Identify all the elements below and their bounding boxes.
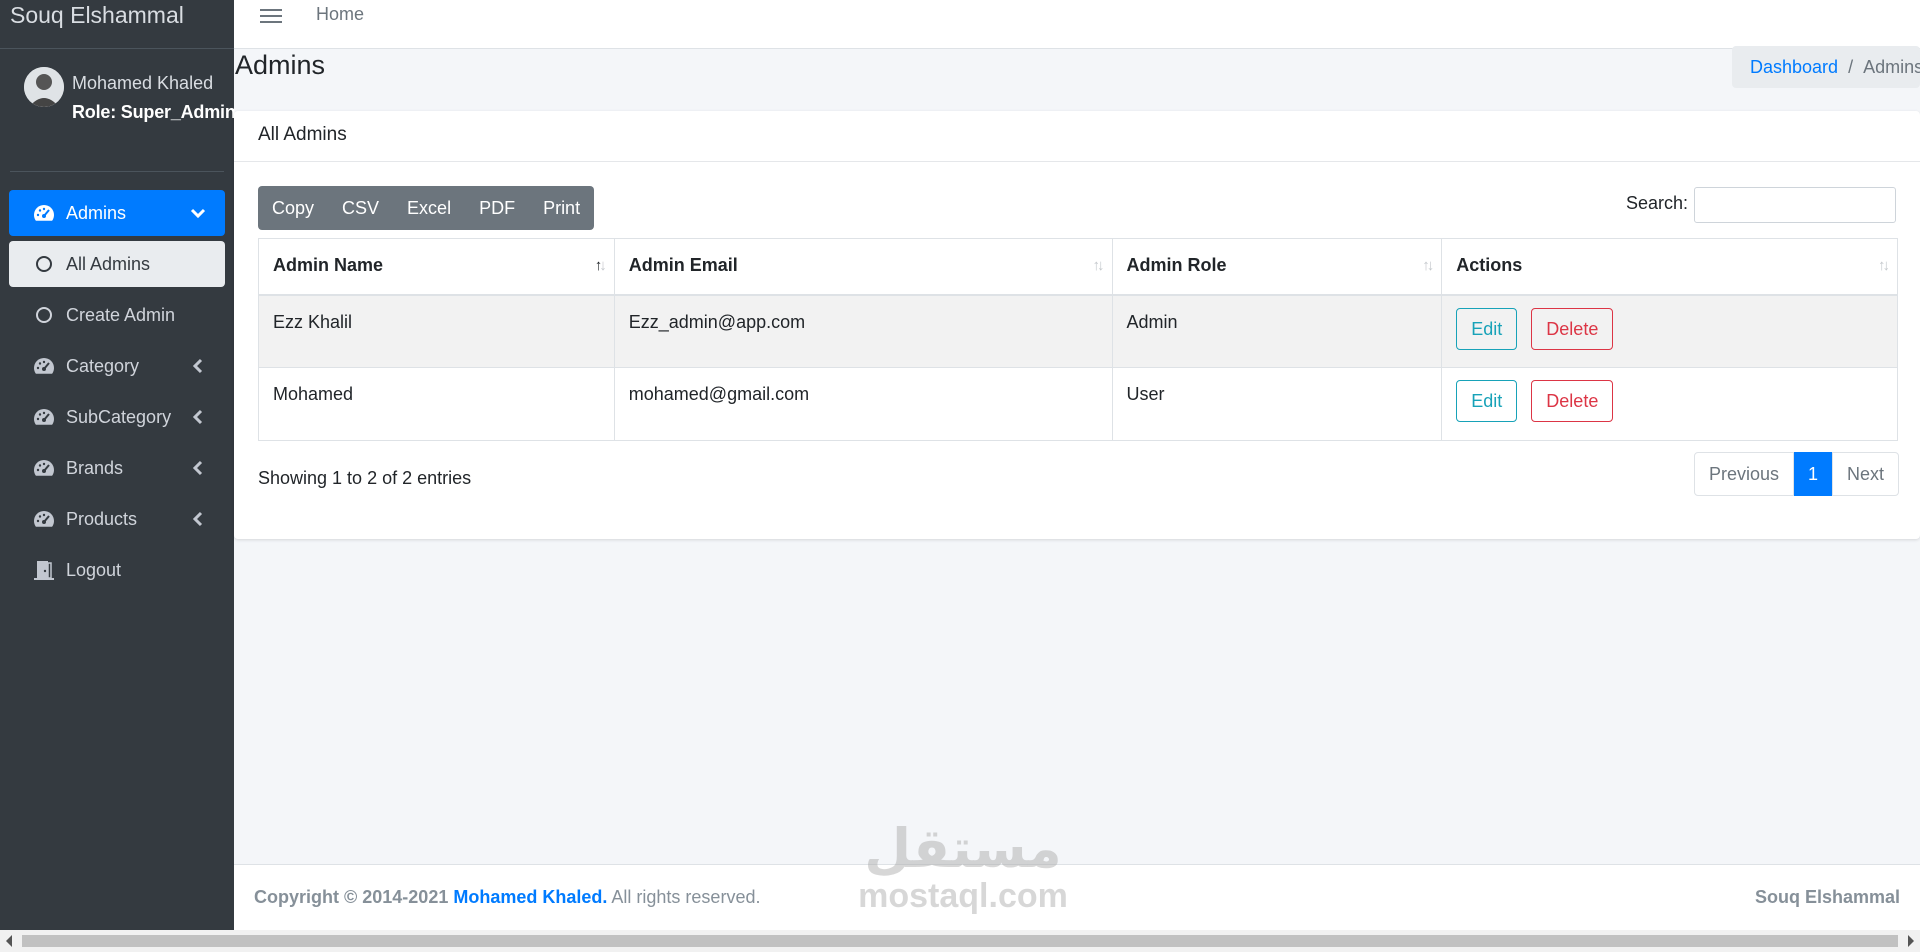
user-panel: Mohamed Khaled Role: Super_Admin bbox=[10, 49, 236, 172]
print-button[interactable]: Print bbox=[529, 186, 594, 230]
sort-icon: ↑↓ bbox=[1422, 257, 1434, 274]
page-title: Admins bbox=[235, 50, 326, 80]
sidebar-item-label: Logout bbox=[66, 559, 122, 580]
cell-actions: Edit Delete bbox=[1441, 367, 1898, 441]
sidebar-item-label: SubCategory bbox=[66, 406, 172, 427]
card-header: All Admins bbox=[234, 111, 1920, 162]
user-name[interactable]: Mohamed Khaled bbox=[72, 73, 213, 94]
rights-text: All rights reserved. bbox=[611, 887, 761, 907]
chevron-left-icon bbox=[189, 510, 207, 528]
sidebar-item-category[interactable]: Category bbox=[9, 343, 225, 389]
edit-button[interactable]: Edit bbox=[1456, 307, 1518, 350]
avatar[interactable] bbox=[24, 67, 64, 107]
table-header-row: Admin Name ↑↓ Admin Email ↑↓ Admin Role … bbox=[258, 238, 1898, 296]
footer: Copyright © 2014-2021 Mohamed Khaled. Al… bbox=[234, 864, 1920, 931]
cell-admin-role: User bbox=[1111, 367, 1443, 441]
pagination-page-1[interactable]: 1 bbox=[1794, 452, 1833, 496]
sidebar-item-brands[interactable]: Brands bbox=[9, 445, 225, 491]
cell-admin-name: Mohamed bbox=[258, 367, 615, 441]
breadcrumb-separator: / bbox=[1848, 56, 1854, 77]
horizontal-scrollbar[interactable] bbox=[0, 930, 1920, 952]
circle-icon bbox=[31, 253, 57, 275]
sidebar-item-label: Category bbox=[66, 355, 140, 376]
brand-title[interactable]: Souq Elshammal bbox=[0, 0, 234, 49]
column-header-actions[interactable]: Actions ↑↓ bbox=[1441, 238, 1898, 296]
sidebar-item-subcategory[interactable]: SubCategory bbox=[9, 394, 225, 440]
chevron-left-icon bbox=[189, 357, 207, 375]
scroll-right-arrow-icon[interactable] bbox=[1908, 935, 1914, 947]
sort-icon: ↑↓ bbox=[1878, 257, 1890, 274]
topbar: Home bbox=[234, 0, 1920, 49]
hamburger-icon[interactable] bbox=[260, 6, 282, 24]
chevron-down-icon bbox=[189, 204, 207, 222]
sidebar-item-label: Admins bbox=[66, 202, 127, 223]
breadcrumb: Dashboard / Admins bbox=[1732, 46, 1920, 88]
search-input[interactable] bbox=[1694, 187, 1896, 223]
footer-brand: Souq Elshammal bbox=[1754, 887, 1900, 907]
sidebar-item-label: All Admins bbox=[66, 253, 151, 274]
sidebar-nav: Admins All Admins Create Admin Category bbox=[9, 190, 225, 598]
tachometer-icon bbox=[31, 355, 57, 377]
admins-card: All Admins Copy CSV Excel PDF Print Sear… bbox=[234, 111, 1920, 539]
pdf-button[interactable]: PDF bbox=[465, 186, 529, 230]
tachometer-icon bbox=[31, 406, 57, 428]
user-role: Role: Super_Admin bbox=[72, 102, 236, 122]
sidebar-item-label: Brands bbox=[66, 457, 124, 478]
table-info: Showing 1 to 2 of 2 entries bbox=[258, 468, 472, 488]
pagination: Previous 1 Next bbox=[1694, 452, 1900, 496]
scrollbar-thumb[interactable] bbox=[22, 935, 1898, 947]
sidebar-item-logout[interactable]: Logout bbox=[9, 547, 225, 593]
tachometer-icon bbox=[31, 202, 57, 224]
cell-admin-email: mohamed@gmail.com bbox=[613, 367, 1113, 441]
cell-admin-email: Ezz_admin@app.com bbox=[613, 294, 1113, 368]
sidebar-item-create-admin[interactable]: Create Admin bbox=[9, 292, 225, 338]
sidebar-item-admins[interactable]: Admins bbox=[9, 190, 225, 236]
tachometer-icon bbox=[31, 508, 57, 530]
breadcrumb-dashboard-link[interactable]: Dashboard bbox=[1750, 57, 1838, 78]
sidebar: Souq Elshammal Mohamed Khaled Role: Supe… bbox=[0, 0, 236, 930]
export-button-group: Copy CSV Excel PDF Print bbox=[258, 186, 595, 230]
delete-button[interactable]: Delete bbox=[1531, 380, 1614, 422]
pagination-next[interactable]: Next bbox=[1832, 452, 1900, 496]
copyright-prefix: Copyright © 2014-2021 bbox=[254, 887, 449, 907]
author-link[interactable]: Mohamed Khaled. bbox=[453, 887, 607, 907]
sidebar-item-products[interactable]: Products bbox=[9, 496, 225, 542]
sidebar-item-all-admins[interactable]: All Admins bbox=[9, 241, 225, 287]
cell-admin-name: Ezz Khalil bbox=[258, 294, 615, 368]
copyright: Copyright © 2014-2021 Mohamed Khaled. Al… bbox=[254, 887, 760, 908]
home-link[interactable]: Home bbox=[316, 4, 364, 25]
cell-actions: Edit Delete bbox=[1441, 294, 1898, 368]
circle-icon bbox=[31, 304, 57, 326]
cell-admin-role: Admin bbox=[1111, 294, 1443, 368]
search-label: Search: bbox=[1626, 193, 1689, 213]
admins-table: Admin Name ↑↓ Admin Email ↑↓ Admin Role … bbox=[258, 238, 1898, 441]
csv-button[interactable]: CSV bbox=[328, 186, 393, 230]
sidebar-item-label: Products bbox=[66, 508, 138, 529]
column-header-admin-role[interactable]: Admin Role ↑↓ bbox=[1111, 238, 1443, 296]
sidebar-item-label: Create Admin bbox=[66, 304, 176, 325]
edit-button[interactable]: Edit bbox=[1456, 380, 1518, 422]
card-title: All Admins bbox=[258, 124, 347, 145]
scroll-left-arrow-icon[interactable] bbox=[6, 935, 12, 947]
excel-button[interactable]: Excel bbox=[393, 186, 465, 230]
sort-asc-icon: ↑↓ bbox=[594, 257, 607, 274]
sort-icon: ↑↓ bbox=[1092, 257, 1105, 274]
column-header-admin-name[interactable]: Admin Name ↑↓ bbox=[258, 238, 615, 296]
table-row: Ezz Khalil Ezz_admin@app.com Admin Edit D… bbox=[258, 294, 1898, 368]
table-row: Mohamed mohamed@gmail.com User Edit Delet… bbox=[258, 367, 1898, 441]
chevron-left-icon bbox=[189, 408, 207, 426]
chevron-left-icon bbox=[189, 459, 207, 477]
door-icon bbox=[31, 559, 57, 581]
breadcrumb-current: Admins bbox=[1863, 56, 1920, 77]
column-header-admin-email[interactable]: Admin Email ↑↓ bbox=[613, 238, 1113, 296]
tachometer-icon bbox=[31, 457, 57, 479]
pagination-previous[interactable]: Previous bbox=[1694, 452, 1795, 496]
copy-button[interactable]: Copy bbox=[258, 186, 328, 230]
delete-button[interactable]: Delete bbox=[1531, 307, 1614, 350]
